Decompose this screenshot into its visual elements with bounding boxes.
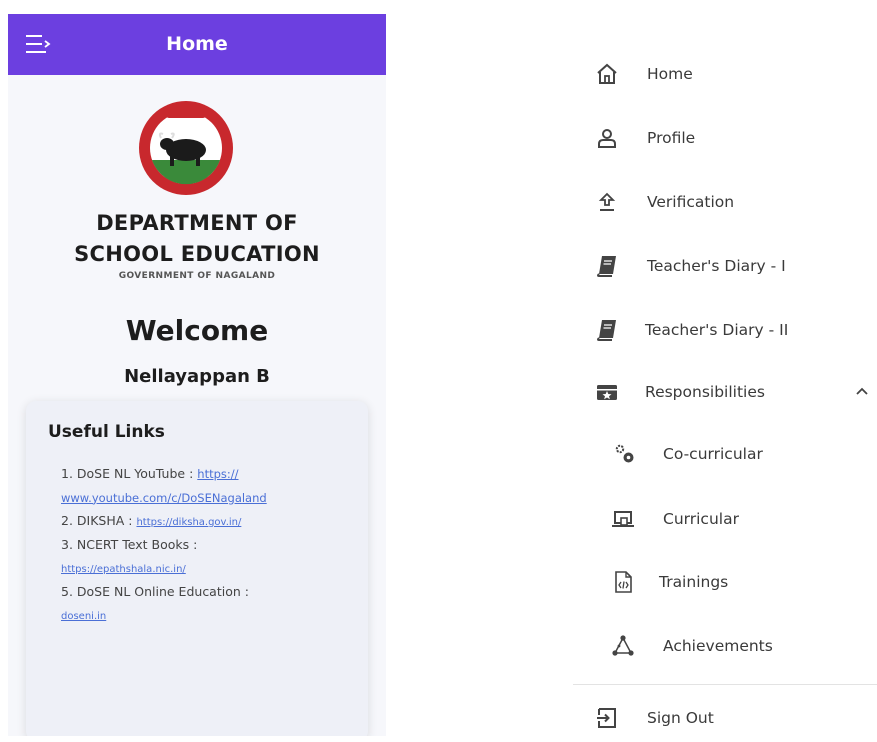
drawer-item-label: Verification (647, 193, 735, 211)
useful-links-card: Useful Links 1. DoSE NL YouTube : https:… (26, 401, 368, 736)
drawer-item-label: Profile (647, 129, 696, 147)
user-name: Nellayappan B (124, 366, 270, 387)
drawer-item-sign-out[interactable]: Sign Out (573, 694, 877, 742)
upload-icon (598, 192, 616, 211)
youtube-link-continued[interactable]: www.youtube.com/c/DoSENagaland (61, 491, 267, 505)
app-bar-title: Home (166, 33, 228, 55)
drawer-item-verification[interactable]: Verification (573, 178, 877, 226)
network-icon (612, 635, 634, 656)
useful-links-title: Useful Links (48, 422, 165, 442)
drawer-divider (573, 684, 877, 685)
book-icon (597, 256, 616, 277)
drawer-item-label: Achievements (663, 637, 773, 655)
drawer-item-co-curricular[interactable]: Co-curricular (573, 430, 877, 478)
drawer-item-label: Trainings (659, 573, 729, 591)
department-name-line1: DEPARTMENT OF (96, 211, 298, 235)
diksha-link[interactable]: https://diksha.gov.in/ (136, 517, 241, 528)
list-item: www.youtube.com/c/DoSENagaland (61, 486, 361, 510)
app-bar: Home (8, 14, 386, 75)
book-icon (597, 320, 616, 341)
chevron-up-icon[interactable] (853, 383, 871, 401)
navigation-drawer: Home Profile Verification Teacher's Diar… (573, 40, 877, 736)
drawer-item-teachers-diary-1[interactable]: Teacher's Diary - I (573, 242, 877, 290)
drawer-item-label: Responsibilities (645, 383, 765, 401)
list-item: 2. DIKSHA : https://diksha.gov.in/ (61, 509, 361, 533)
link-label: 1. DoSE NL YouTube : (61, 466, 194, 481)
government-seal-logo (139, 101, 233, 195)
list-item: 3. NCERT Text Books : (61, 533, 361, 557)
drawer-item-teachers-diary-2[interactable]: Teacher's Diary - II (573, 306, 877, 354)
drawer-item-responsibilities[interactable]: Responsibilities (573, 368, 877, 416)
drawer-item-curricular[interactable]: Curricular (573, 495, 877, 543)
department-name-line2: SCHOOL EDUCATION (74, 242, 320, 266)
list-item: https://epathshala.nic.in/ (61, 556, 361, 580)
sign-out-icon (597, 708, 616, 728)
drawer-item-label: Teacher's Diary - II (645, 321, 789, 339)
code-file-icon (615, 571, 632, 593)
list-item: doseni.in (61, 603, 361, 627)
gears-icon (615, 444, 634, 463)
user-icon (598, 129, 616, 148)
drawer-item-label: Curricular (663, 510, 739, 528)
drawer-item-home[interactable]: Home (573, 50, 877, 98)
home-screen: Home DEPARTMENT OF SCHOOL EDUCATION GOVE… (8, 14, 386, 736)
online-education-link[interactable]: doseni.in (61, 611, 106, 622)
drawer-item-label: Home (647, 65, 693, 83)
ncert-link[interactable]: https://epathshala.nic.in/ (61, 564, 186, 575)
drawer-item-trainings[interactable]: Trainings (573, 558, 877, 606)
list-item: 5. DoSE NL Online Education : (61, 580, 361, 604)
drawer-item-label: Sign Out (647, 709, 714, 727)
youtube-link[interactable]: https:// (197, 467, 238, 481)
home-icon (597, 63, 617, 84)
link-label: 5. DoSE NL Online Education : (61, 583, 249, 599)
useful-links-list: 1. DoSE NL YouTube : https:// www.youtub… (61, 462, 361, 627)
drawer-item-profile[interactable]: Profile (573, 114, 877, 162)
laptop-icon (612, 511, 634, 527)
drawer-item-label: Co-curricular (663, 445, 763, 463)
welcome-heading: Welcome (125, 314, 269, 347)
drawer-item-label: Teacher's Diary - I (647, 257, 786, 275)
drawer-item-achievements[interactable]: Achievements (573, 622, 877, 670)
link-label: 2. DIKSHA : (61, 513, 133, 528)
government-subtitle: GOVERNMENT OF NAGALAND (118, 271, 276, 281)
link-label: 3. NCERT Text Books : (61, 536, 198, 552)
star-card-icon (597, 385, 617, 400)
list-item: 1. DoSE NL YouTube : https:// (61, 462, 361, 486)
